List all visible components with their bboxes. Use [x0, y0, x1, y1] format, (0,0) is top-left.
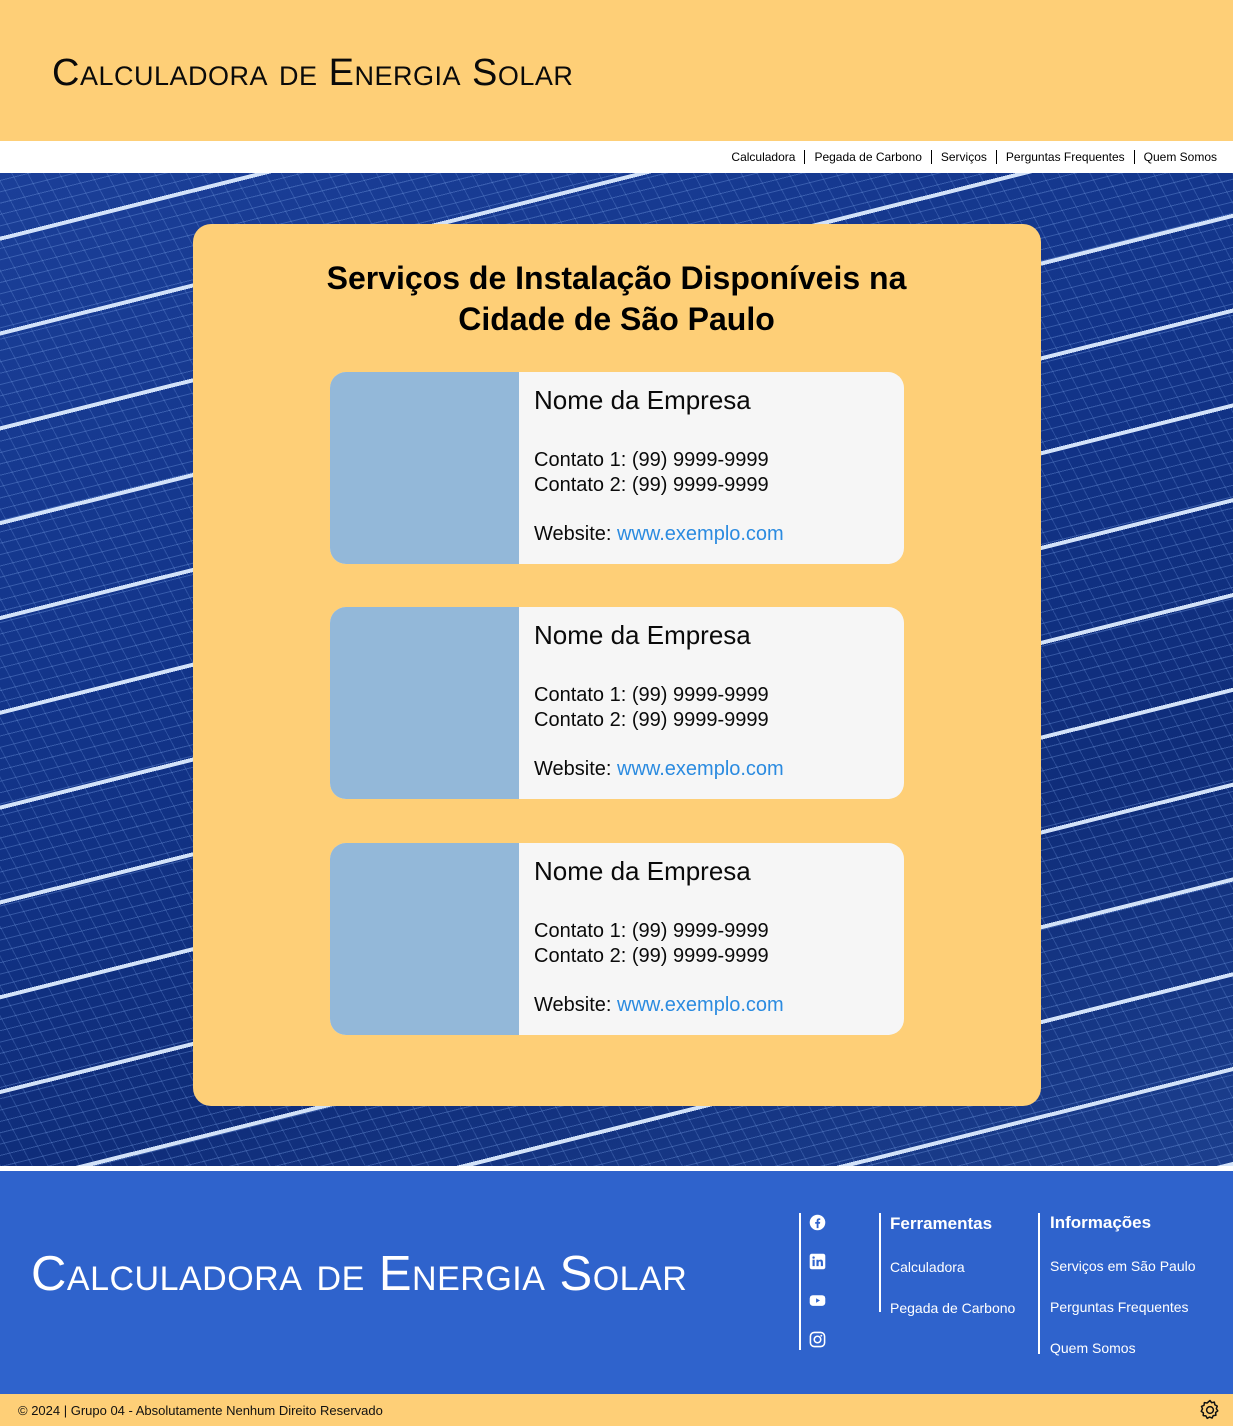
company-card: Nome da Empresa Contato 1: (99) 9999-999…: [330, 607, 904, 799]
website-link[interactable]: www.exemplo.com: [617, 994, 784, 1016]
nav-separator: [1133, 150, 1135, 164]
company-name: Nome da Empresa: [534, 385, 751, 415]
company-website: Website: www.exemplo.com: [534, 523, 784, 546]
company-contact-2: Contato 2: (99) 9999-9999: [534, 709, 769, 731]
footer-link-quem-somos[interactable]: Quem Somos: [1050, 1340, 1136, 1356]
website-label: Website:: [534, 758, 617, 780]
nav-links: Calculadora Pegada de Carbono Serviços P…: [731, 150, 1217, 164]
page-title-line2: Cidade de São Paulo: [458, 301, 775, 337]
company-card: Nome da Empresa Contato 1: (99) 9999-999…: [330, 843, 904, 1035]
nav-item-calculadora[interactable]: Calculadora: [731, 150, 795, 164]
nav-separator: [995, 150, 997, 164]
social-divider: [799, 1213, 801, 1350]
bottom-bar: © 2024 | Grupo 04 - Absolutamente Nenhum…: [0, 1394, 1233, 1426]
navbar: Calculadora Pegada de Carbono Serviços P…: [0, 141, 1233, 173]
site-title: Calculadora de Energia Solar: [52, 52, 574, 94]
footer: Calculadora de Energia Solar Ferramentas…: [0, 1171, 1233, 1394]
company-website: Website: www.exemplo.com: [534, 994, 784, 1017]
company-contact-1: Contato 1: (99) 9999-9999: [534, 684, 769, 706]
nav-separator: [930, 150, 932, 164]
company-website: Website: www.exemplo.com: [534, 758, 784, 781]
page-title-line1: Serviços de Instalação Disponíveis na: [326, 260, 907, 296]
info-divider: [1038, 1213, 1040, 1354]
gear-icon[interactable]: [1198, 1398, 1222, 1422]
info-column-title: Informações: [1050, 1213, 1152, 1232]
nav-item-servicos[interactable]: Serviços: [941, 150, 987, 164]
nav-item-quem-somos[interactable]: Quem Somos: [1144, 150, 1217, 164]
tools-column-title: Ferramentas: [890, 1214, 993, 1233]
top-header: Calculadora de Energia Solar: [0, 0, 1233, 141]
footer-title: Calculadora de Energia Solar: [31, 1247, 688, 1301]
company-name: Nome da Empresa: [534, 620, 751, 650]
company-image-placeholder: [330, 372, 519, 564]
footer-link-servicos-sao-paulo[interactable]: Serviços em São Paulo: [1050, 1258, 1196, 1274]
website-link[interactable]: www.exemplo.com: [617, 758, 784, 780]
nav-item-pegada-de-carbono[interactable]: Pegada de Carbono: [814, 150, 921, 164]
instagram-icon[interactable]: [809, 1331, 826, 1348]
footer-link-calculadora[interactable]: Calculadora: [890, 1259, 965, 1275]
footer-link-perguntas-frequentes[interactable]: Perguntas Frequentes: [1050, 1299, 1189, 1315]
company-contact-1: Contato 1: (99) 9999-9999: [534, 920, 769, 942]
copyright-text: © 2024 | Grupo 04 - Absolutamente Nenhum…: [18, 1403, 383, 1418]
website-label: Website:: [534, 994, 617, 1016]
company-card: Nome da Empresa Contato 1: (99) 9999-999…: [330, 372, 904, 564]
website-label: Website:: [534, 523, 617, 545]
page-title: Serviços de Instalação Disponíveis na Ci…: [0, 258, 1233, 340]
youtube-icon[interactable]: [809, 1292, 826, 1309]
footer-link-pegada-de-carbono[interactable]: Pegada de Carbono: [890, 1300, 1015, 1316]
company-contact-1: Contato 1: (99) 9999-9999: [534, 449, 769, 471]
nav-separator: [804, 150, 806, 164]
tools-divider: [879, 1213, 881, 1312]
facebook-icon[interactable]: [809, 1214, 826, 1231]
website-link[interactable]: www.exemplo.com: [617, 523, 784, 545]
linkedin-icon[interactable]: [809, 1253, 826, 1270]
company-contact-2: Contato 2: (99) 9999-9999: [534, 474, 769, 496]
company-image-placeholder: [330, 843, 519, 1035]
company-name: Nome da Empresa: [534, 856, 751, 886]
company-contact-2: Contato 2: (99) 9999-9999: [534, 945, 769, 967]
nav-item-perguntas-frequentes[interactable]: Perguntas Frequentes: [1006, 150, 1125, 164]
company-image-placeholder: [330, 607, 519, 799]
